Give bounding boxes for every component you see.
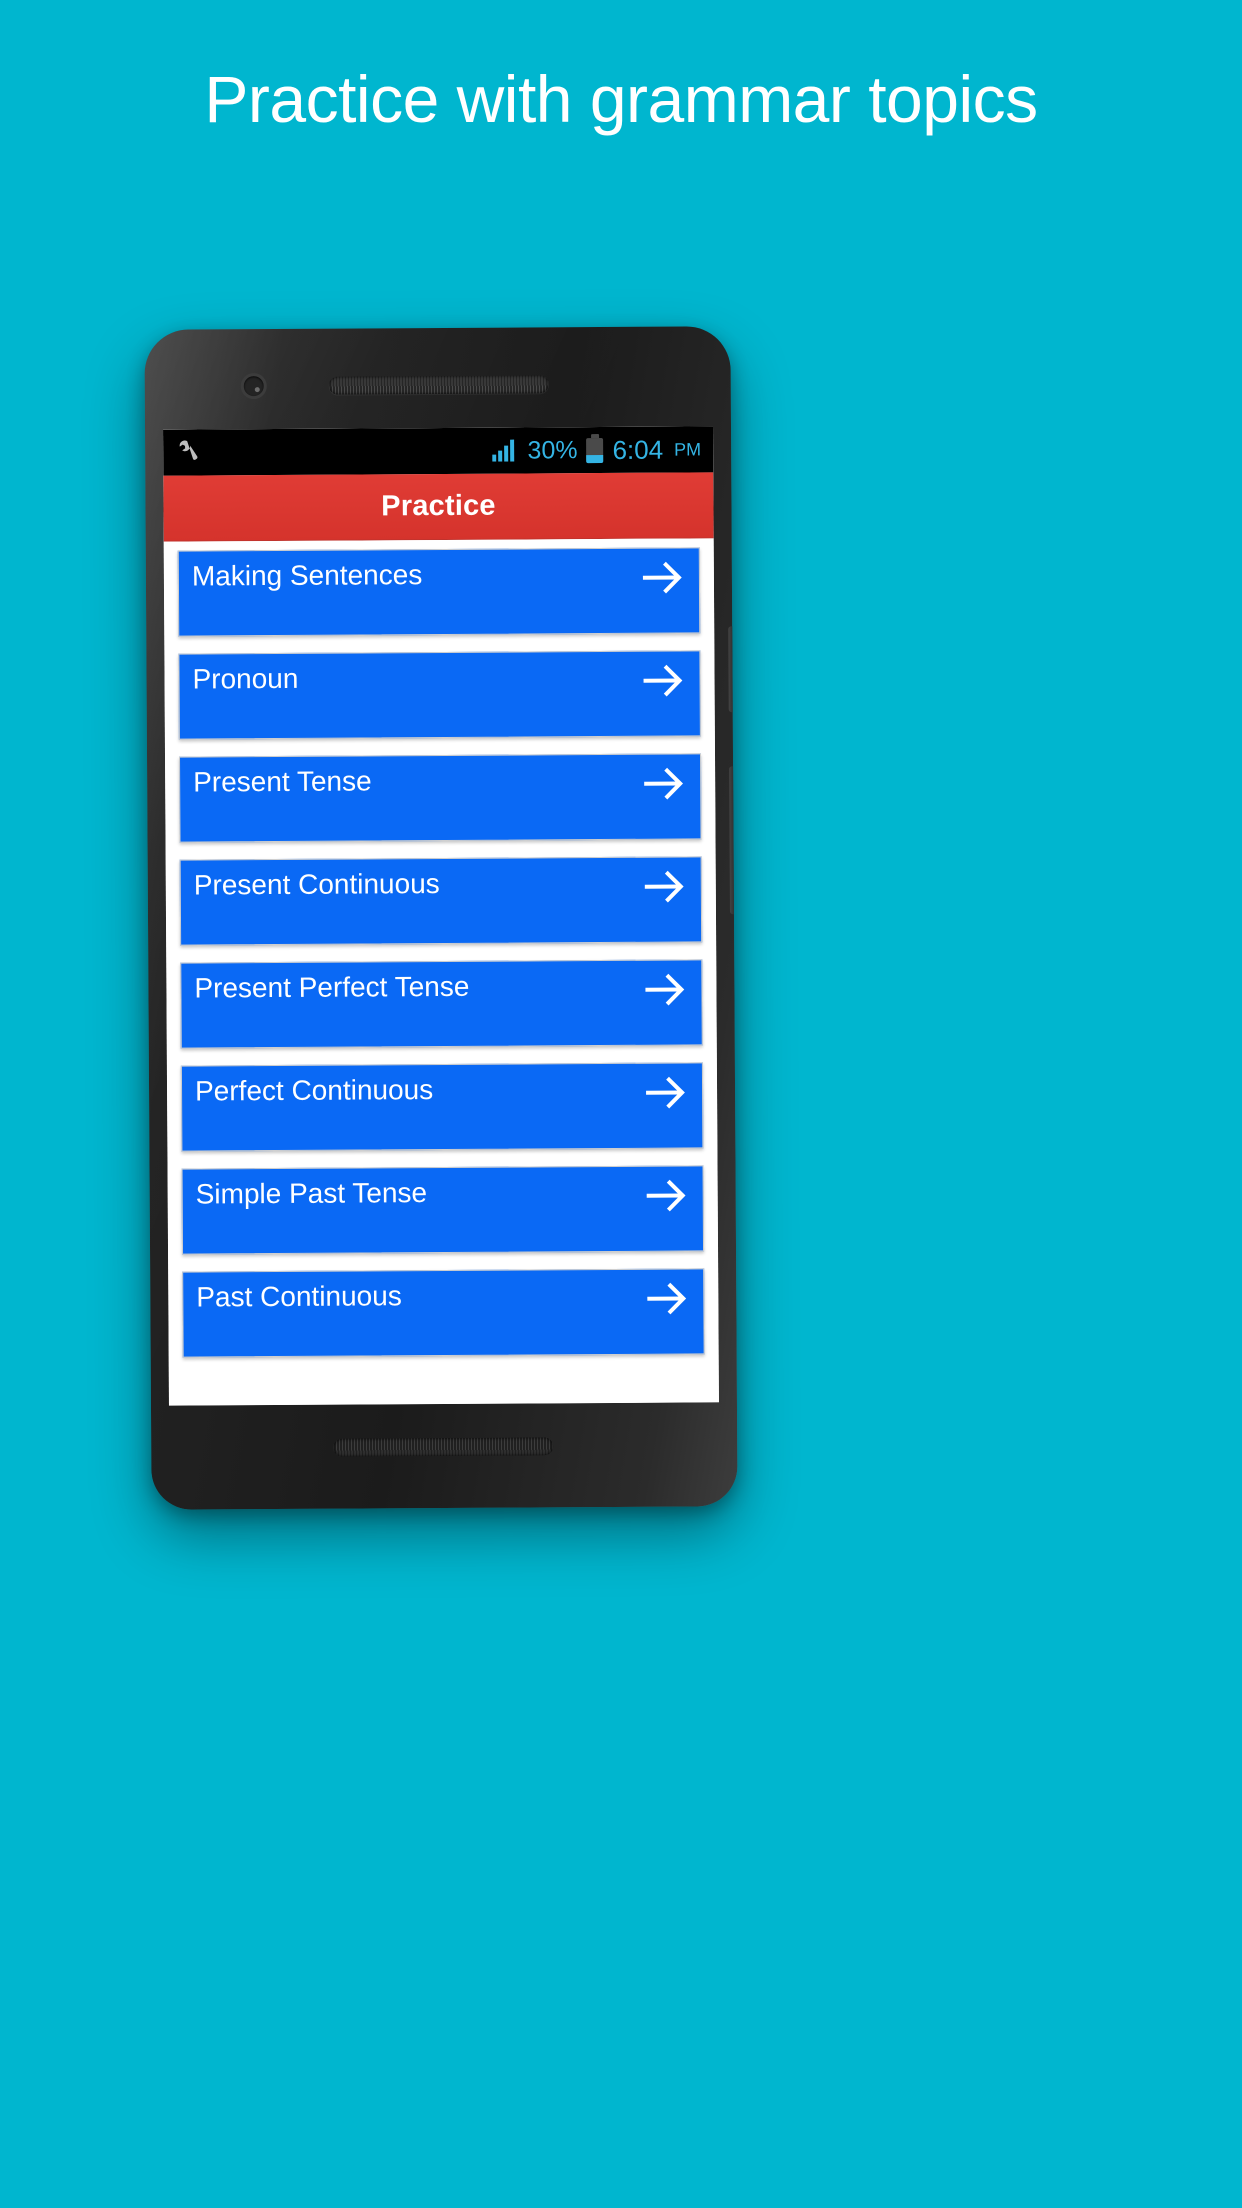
list-item-label: Making Sentences [191, 559, 423, 592]
arrow-right-icon[interactable] [645, 1176, 689, 1214]
camera-icon [240, 373, 267, 400]
list-item[interactable]: Making Sentences [177, 547, 701, 637]
arrow-right-icon[interactable] [645, 1279, 689, 1317]
arrow-right-icon[interactable] [644, 1073, 688, 1111]
topic-list[interactable]: Making Sentences Pronoun Present Tense Pres… [163, 538, 719, 1406]
list-item[interactable]: Present Tense [179, 753, 702, 843]
list-item[interactable]: Present Continuous [179, 856, 703, 946]
power-button[interactable] [728, 626, 737, 713]
app-action-bar: Practice [163, 472, 714, 542]
battery-percent-label: 30% [527, 435, 578, 464]
list-item-label: Pronoun [192, 662, 299, 695]
arrow-right-icon[interactable] [642, 765, 686, 803]
list-item[interactable]: Perfect Continuous [180, 1062, 704, 1152]
volume-button[interactable] [729, 766, 738, 915]
list-item-label: Past Continuous [196, 1280, 402, 1313]
arrow-right-icon[interactable] [643, 970, 687, 1008]
phone-device: 30% 6:04 PM Practice Making Sentences Pro… [144, 326, 738, 1510]
clock-ampm: PM [674, 438, 702, 460]
phone-screen: 30% 6:04 PM Practice Making Sentences Pro… [163, 426, 719, 1406]
wrench-icon [179, 440, 198, 460]
list-item-label: Present Perfect Tense [194, 970, 470, 1004]
list-item[interactable]: Past Continuous [182, 1268, 705, 1358]
signal-icon [492, 439, 515, 462]
list-item-label: Present Continuous [193, 868, 440, 901]
page-title: Practice [381, 489, 496, 523]
arrow-right-icon[interactable] [643, 867, 687, 905]
promo-headline: Practice with grammar topics [204, 62, 1038, 136]
list-item-label: Simple Past Tense [195, 1177, 428, 1210]
list-item[interactable]: Present Perfect Tense [180, 959, 703, 1049]
status-bar-left [177, 438, 492, 466]
arrow-right-icon[interactable] [641, 662, 685, 700]
list-item-label: Perfect Continuous [194, 1074, 434, 1107]
earpiece-speaker-icon [328, 375, 549, 395]
list-item-label: Present Tense [193, 765, 372, 798]
list-item[interactable]: Simple Past Tense [181, 1165, 705, 1255]
status-bar: 30% 6:04 PM [163, 426, 714, 476]
arrow-right-icon[interactable] [641, 559, 685, 597]
bottom-speaker-icon [333, 1437, 554, 1457]
clock-time: 6:04 [612, 434, 664, 465]
battery-icon [586, 437, 604, 463]
status-bar-right: 30% 6:04 PM [492, 434, 701, 466]
list-item[interactable]: Pronoun [178, 650, 701, 740]
